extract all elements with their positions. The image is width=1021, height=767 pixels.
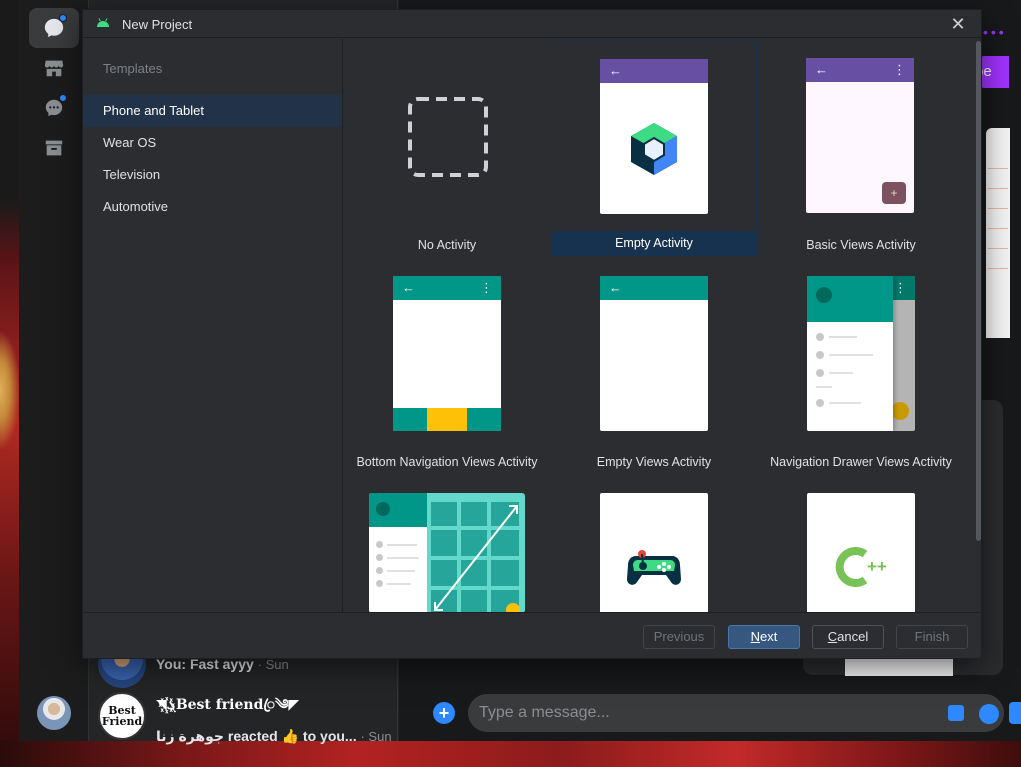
bottom-nav-bar: [393, 408, 501, 431]
new-project-dialog: New Project ✕ Templates Phone and Tablet…: [82, 9, 982, 659]
empty-dashed-icon: [408, 97, 488, 177]
template-label: Navigation Drawer Views Activity: [770, 455, 952, 469]
scrollbar-thumb[interactable]: [976, 41, 981, 541]
profile-avatar[interactable]: [37, 696, 71, 730]
cpp-icon: ++: [835, 547, 887, 587]
template-navigation-drawer[interactable]: ⋮ Navigation Drawer Views Activity: [758, 257, 964, 473]
drawer-avatar: [816, 287, 832, 303]
template-no-activity[interactable]: No Activity: [344, 40, 550, 256]
jetpack-compose-icon: [631, 123, 677, 175]
unread-dot: [59, 14, 67, 22]
phone-preview: ⋮: [807, 276, 915, 431]
svg-text:++: ++: [867, 557, 887, 576]
archive-rail-button[interactable]: [29, 128, 79, 168]
template-label: Empty Views Activity: [596, 455, 712, 469]
template-empty-views-activity[interactable]: ← Empty Views Activity: [551, 257, 757, 473]
chat-time: · Sun: [257, 657, 289, 672]
messenger-rail: [19, 0, 89, 741]
add-attachment-icon[interactable]: +: [433, 702, 455, 724]
close-icon[interactable]: ✕: [947, 14, 969, 36]
cancel-mnemonic: C: [827, 629, 838, 644]
emoji-icon[interactable]: [979, 704, 999, 724]
template-gallery: No Activity ← Empty Activity ← ⋮ + Basic…: [344, 39, 981, 612]
next-button[interactable]: Next: [728, 625, 800, 649]
next-mnemonic: N: [750, 629, 761, 644]
android-icon: [97, 18, 109, 27]
phone-preview: ←: [600, 59, 708, 214]
requests-dot: [59, 94, 67, 102]
chat-preview: ◥ܓ꙰Best friendꦿ༄◤ جوهرة زنا reacted 👍 to…: [156, 688, 392, 745]
finish-button[interactable]: Finish: [896, 625, 968, 649]
more-dots-icon[interactable]: •••: [983, 24, 1007, 40]
chat-name: ◥ܓ꙰Best friendꦿ༄◤: [156, 696, 300, 713]
overflow-menu-icon: ⋮: [893, 62, 906, 77]
template-label: No Activity: [417, 238, 477, 252]
sticker-icon[interactable]: [948, 705, 964, 721]
dialog-titlebar[interactable]: New Project ✕: [83, 10, 981, 38]
chat-message: جوهرة زنا reacted 👍 to you...: [156, 727, 357, 744]
dialog-title: New Project: [122, 17, 193, 32]
phone-preview: [600, 493, 708, 612]
grid-pane: [431, 502, 520, 612]
list-pane: [369, 493, 427, 612]
back-arrow-icon: ←: [609, 280, 622, 295]
template-label: Empty Activity: [552, 231, 756, 255]
back-arrow-icon: ←: [609, 63, 622, 78]
overflow-menu-icon: ⋮: [894, 280, 907, 295]
dialog-footer: Previous Next Cancel Finish: [83, 612, 981, 658]
template-game-activity[interactable]: [551, 475, 757, 612]
app-bar: ← ⋮: [806, 58, 914, 82]
phone-preview: ++: [807, 493, 915, 612]
store-icon: [44, 60, 64, 77]
drawer-header: [807, 276, 893, 322]
archive-icon: [45, 140, 63, 156]
previous-button[interactable]: Previous: [643, 625, 715, 649]
app-bar: ←: [600, 276, 708, 300]
fab-plus-icon: +: [882, 182, 906, 204]
sidebar-item-television[interactable]: Television: [83, 159, 342, 191]
gallery-scrollbar[interactable]: [976, 39, 981, 612]
template-responsive-views[interactable]: [344, 475, 550, 612]
phone-preview: ← ⋮: [393, 276, 501, 431]
sidebar-item-wear-os[interactable]: Wear OS: [83, 127, 342, 159]
bottom-nav-selected: [427, 408, 467, 431]
phone-preview: ← ⋮ +: [806, 58, 914, 213]
chat-row[interactable]: Best Friend ◥ܓ꙰Best friendꦿ༄◤ جوهرة زنا r…: [98, 688, 398, 744]
game-controller-icon: [627, 550, 681, 585]
marketplace-rail-button[interactable]: [29, 48, 79, 88]
back-arrow-icon: ←: [402, 280, 415, 295]
template-label: Bottom Navigation Views Activity: [356, 455, 538, 469]
message-input[interactable]: Type a message...: [468, 694, 1004, 732]
phone-preview: ←: [600, 276, 708, 431]
sidebar-header: Templates: [103, 61, 163, 76]
chat-time: · Sun: [360, 728, 392, 744]
chats-rail-button[interactable]: [29, 8, 79, 48]
app-bar: ←: [600, 59, 708, 83]
nav-drawer: [807, 276, 893, 431]
sidebar-item-automotive[interactable]: Automotive: [83, 191, 342, 223]
tablet-preview: [369, 493, 525, 612]
requests-rail-button[interactable]: [29, 88, 79, 128]
fab-icon: [891, 402, 909, 420]
best-friend-avatar: Best Friend: [98, 692, 146, 740]
sidebar-item-phone-and-tablet[interactable]: Phone and Tablet: [83, 95, 342, 127]
shared-document-preview[interactable]: [986, 128, 1010, 338]
like-icon[interactable]: [1009, 702, 1021, 724]
overflow-menu-icon: ⋮: [480, 280, 493, 295]
template-category-sidebar: Templates Phone and Tablet Wear OS Telev…: [83, 39, 343, 612]
template-native-cpp[interactable]: ++: [758, 475, 964, 612]
template-empty-activity[interactable]: ← Empty Activity: [551, 40, 757, 256]
next-label: ext: [760, 629, 778, 644]
template-label: Basic Views Activity: [806, 238, 916, 252]
wallpaper-bottom: [0, 740, 1021, 767]
back-arrow-icon: ←: [815, 62, 828, 77]
template-basic-views-activity[interactable]: ← ⋮ + Basic Views Activity: [758, 40, 964, 256]
cancel-button[interactable]: Cancel: [812, 625, 884, 649]
cancel-label: ancel: [837, 629, 869, 644]
wallpaper-mask: [0, 330, 20, 450]
app-bar: ← ⋮: [393, 276, 501, 300]
template-bottom-navigation[interactable]: ← ⋮ Bottom Navigation Views Activity: [344, 257, 550, 473]
